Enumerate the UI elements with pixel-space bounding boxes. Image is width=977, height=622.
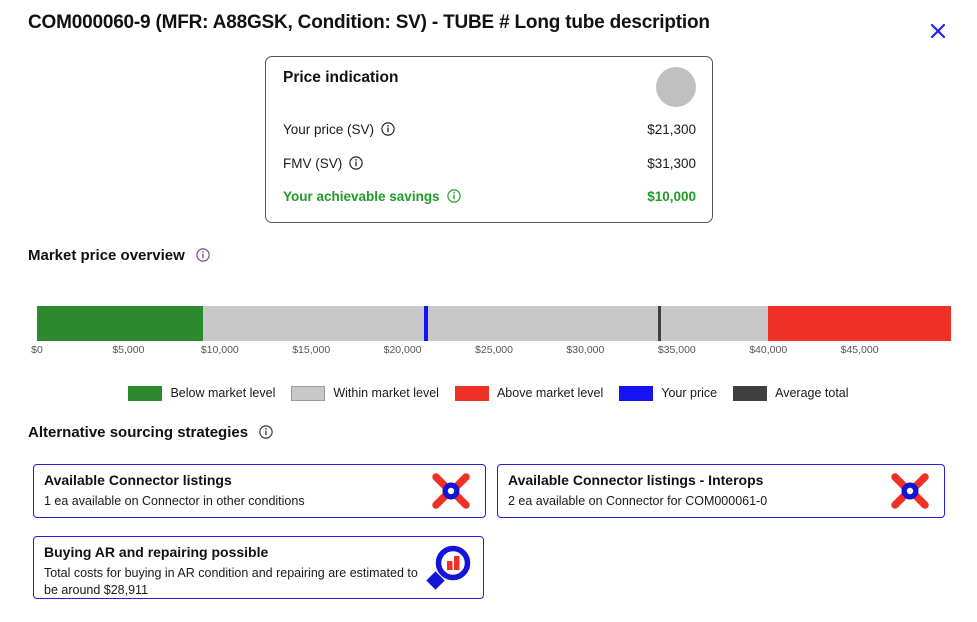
axis-tick-label: $10,000 <box>200 344 239 356</box>
page-title: COM000060-9 (MFR: A88GSK, Condition: SV)… <box>28 12 710 33</box>
axis-tick-label: $40,000 <box>749 344 788 356</box>
axis-tick-label: $15,000 <box>292 344 331 356</box>
strategy-card[interactable]: Available Connector listings - Interops … <box>497 464 945 518</box>
alternative-sourcing-heading: Alternative sourcing strategies <box>28 424 273 441</box>
info-icon[interactable] <box>259 425 273 439</box>
your-price-label-text: Your price (SV) <box>283 122 375 137</box>
strategy-card[interactable]: Available Connector listings 1 ea availa… <box>33 464 486 518</box>
bar-segment <box>37 306 204 341</box>
close-icon[interactable] <box>927 20 949 42</box>
bar-marker <box>424 306 429 341</box>
info-icon[interactable] <box>446 189 461 203</box>
strategy-card-description: Total costs for buying in AR condition a… <box>44 566 418 597</box>
fmv-value: $31,300 <box>647 156 696 171</box>
legend-label: Below market level <box>170 386 276 400</box>
legend-swatch <box>619 385 654 401</box>
price-indication-badge <box>656 67 696 107</box>
magnifier-bars-icon <box>423 544 475 592</box>
bar-marker <box>658 306 662 341</box>
modal-header: COM000060-9 (MFR: A88GSK, Condition: SV)… <box>0 0 977 52</box>
price-row-your-price: Your price (SV) $21,300 <box>283 122 696 142</box>
bar-segment <box>203 306 769 341</box>
strategy-card-description: 2 ea available on Connector for COM00006… <box>508 494 768 508</box>
legend-item: Average total <box>733 385 849 401</box>
info-icon[interactable] <box>196 248 210 262</box>
axis-tick-label: $45,000 <box>840 344 879 356</box>
strategy-card-title: Available Connector listings - Interops <box>508 472 764 488</box>
market-price-overview-heading: Market price overview <box>28 247 210 264</box>
fmv-label-text: FMV (SV) <box>283 156 343 171</box>
achievable-savings-label-text: Your achievable savings <box>283 189 440 204</box>
legend-swatch <box>291 385 326 401</box>
market-price-legend: Below market level Within market level Abo… <box>0 383 977 403</box>
legend-swatch <box>733 385 768 401</box>
achievable-savings-label: Your achievable savings <box>283 189 461 204</box>
legend-item: Your price <box>619 385 718 401</box>
connector-x-icon <box>884 467 936 515</box>
price-indication-card: Price indication Your price (SV) $21,300… <box>265 56 713 223</box>
legend-label: Average total <box>775 386 849 400</box>
strategy-card-description: 1 ea available on Connector in other con… <box>44 494 305 508</box>
price-row-fmv: FMV (SV) $31,300 <box>283 156 696 176</box>
strategy-card[interactable]: Buying AR and repairing possible Total c… <box>33 536 484 599</box>
market-price-axis-ticks: $0 $5,000 $10,000 $15,000 $20,000 $25,000 $30,… <box>0 344 977 360</box>
axis-tick-label: $35,000 <box>657 344 696 356</box>
legend-label: Above market level <box>496 386 604 400</box>
market-price-overview-heading-text: Market price overview <box>28 247 185 264</box>
axis-tick-label: $5,000 <box>112 344 145 356</box>
strategy-card-title: Available Connector listings <box>44 472 232 488</box>
info-icon[interactable] <box>381 122 395 136</box>
axis-tick-label: $30,000 <box>566 344 605 356</box>
legend-label: Your price <box>661 386 718 400</box>
your-price-label: Your price (SV) <box>283 122 395 137</box>
legend-swatch <box>128 385 163 401</box>
legend-item: Within market level <box>291 385 439 401</box>
legend-item: Below market level <box>128 385 276 401</box>
legend-item: Above market level <box>454 385 604 401</box>
axis-tick-label: $20,000 <box>383 344 422 356</box>
axis-tick-label: $25,000 <box>475 344 513 356</box>
strategy-card-title: Buying AR and repairing possible <box>44 544 269 560</box>
bar-segment <box>768 306 951 341</box>
market-price-bar <box>37 306 951 341</box>
connector-x-icon <box>425 467 477 515</box>
alternative-sourcing-heading-text: Alternative sourcing strategies <box>28 424 249 441</box>
legend-swatch <box>454 385 489 401</box>
price-row-savings: Your achievable savings $10,000 <box>283 189 696 209</box>
axis-tick-label: $0 <box>31 344 43 356</box>
price-indication-title: Price indication <box>283 69 399 86</box>
achievable-savings-value: $10,000 <box>647 189 696 204</box>
legend-label: Within market level <box>333 386 439 400</box>
info-icon[interactable] <box>349 156 363 170</box>
fmv-label: FMV (SV) <box>283 156 363 171</box>
your-price-value: $21,300 <box>647 122 696 137</box>
